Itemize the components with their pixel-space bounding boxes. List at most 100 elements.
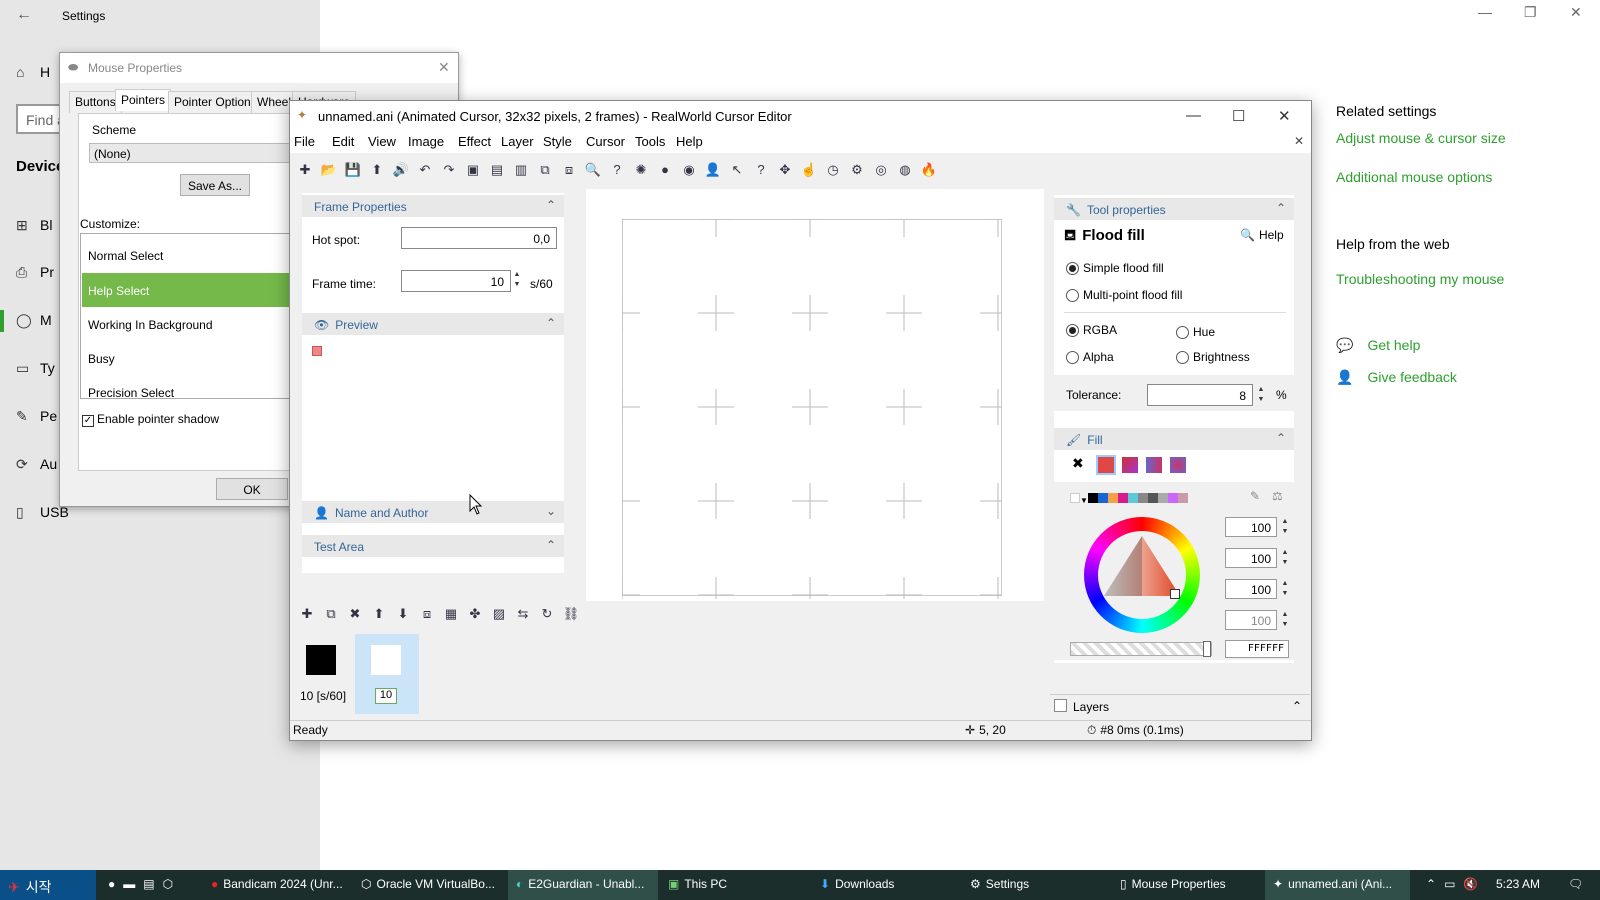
flame-icon[interactable]: 🔥 bbox=[920, 161, 938, 179]
palette-row[interactable]: ▼ bbox=[1070, 492, 1270, 506]
taskbar-cursor-editor[interactable]: ✦ unnamed.ani (Ani... bbox=[1265, 870, 1410, 900]
collapse-icon[interactable]: ⌃ bbox=[1276, 431, 1286, 445]
frame-1-thumbnail[interactable] bbox=[306, 645, 336, 675]
fill-header[interactable]: 🖌 Fill ⌃ bbox=[1054, 428, 1294, 450]
value-g[interactable]: 100 bbox=[1225, 548, 1277, 568]
color-triangle[interactable] bbox=[1104, 536, 1180, 606]
ring-icon[interactable]: ◎ bbox=[872, 161, 890, 179]
effect-icon[interactable]: ✤ bbox=[466, 605, 484, 623]
add-frame-icon[interactable]: ✚ bbox=[298, 605, 316, 623]
link-additional-options[interactable]: Additional mouse options bbox=[1336, 169, 1492, 185]
hue-radio[interactable]: Hue bbox=[1176, 325, 1215, 340]
collapse-icon[interactable]: ⌃ bbox=[1276, 201, 1286, 215]
undo-icon[interactable]: ↶ bbox=[416, 161, 434, 179]
frametime-spinner[interactable]: ▲ ▼ bbox=[510, 270, 524, 290]
nav-home[interactable]: ⌂ H bbox=[16, 64, 50, 80]
solid-fill-swatch[interactable] bbox=[1096, 455, 1116, 475]
chevron-up-icon[interactable]: ⌃ bbox=[1426, 877, 1436, 891]
name-author-header[interactable]: 👤 Name and Author ⌄ bbox=[302, 501, 564, 523]
globe-icon[interactable]: ◍ bbox=[896, 161, 914, 179]
nav-autoplay[interactable]: ⟳ Au bbox=[16, 456, 57, 473]
link-cursor-size[interactable]: Adjust mouse & cursor size bbox=[1336, 130, 1506, 146]
menu-layer[interactable]: Layer bbox=[501, 134, 534, 149]
simple-flood-radio[interactable]: Simple flood fill bbox=[1066, 261, 1164, 276]
paste-frame-icon[interactable]: ▦ bbox=[442, 605, 460, 623]
menu-cursor[interactable]: Cursor bbox=[586, 134, 625, 149]
hand-icon[interactable]: ☝ bbox=[800, 161, 818, 179]
menu-file[interactable]: File bbox=[294, 134, 315, 149]
start-button[interactable]: ✈ 시작 bbox=[0, 870, 96, 900]
editor-maximize-icon[interactable]: ☐ bbox=[1232, 107, 1245, 125]
nav-typing[interactable]: ▭ Ty bbox=[16, 360, 55, 377]
frame-insert-icon[interactable]: ▤ bbox=[488, 161, 506, 179]
minimize-icon[interactable]: — bbox=[1478, 4, 1492, 20]
cursor-item[interactable]: Normal Select bbox=[82, 238, 292, 272]
drawing-canvas[interactable] bbox=[622, 219, 1002, 599]
alpha-handle[interactable] bbox=[1203, 641, 1211, 657]
ok-button[interactable]: OK bbox=[216, 478, 288, 500]
spin-b[interactable]: ▲ ▼ bbox=[1278, 579, 1292, 599]
zoom-icon[interactable]: 🔍 bbox=[584, 161, 602, 179]
taskbar-settings[interactable]: ⚙ Settings bbox=[962, 870, 1112, 900]
linear-fill-swatch[interactable] bbox=[1146, 457, 1162, 473]
shadow-icon[interactable]: ◉ bbox=[680, 161, 698, 179]
cursor-item[interactable]: Busy bbox=[82, 341, 292, 375]
folder-icon[interactable]: ▬ bbox=[123, 877, 135, 891]
notification-icon[interactable]: 🗨 bbox=[1560, 870, 1591, 900]
color-marker[interactable] bbox=[1170, 589, 1180, 599]
pointer-icon[interactable]: ↖ bbox=[728, 161, 746, 179]
alpha-slider[interactable] bbox=[1070, 642, 1212, 656]
radial-fill-swatch[interactable] bbox=[1170, 457, 1186, 473]
get-help-link[interactable]: 💬 Get help bbox=[1336, 337, 1420, 354]
gradient-fill-swatch[interactable] bbox=[1122, 457, 1138, 473]
eyedropper-icon[interactable]: ✎ bbox=[1250, 489, 1260, 503]
menu-tools[interactable]: Tools bbox=[635, 134, 665, 149]
tab-buttons[interactable]: Buttons bbox=[69, 91, 122, 113]
import-icon[interactable]: ⬆ bbox=[368, 161, 386, 179]
taskbar-thispc[interactable]: ▣ This PC bbox=[660, 870, 810, 900]
paste-icon[interactable]: ⧈ bbox=[560, 161, 578, 179]
collapse-icon[interactable]: ⌃ bbox=[546, 198, 556, 212]
vbox-icon[interactable]: ⬡ bbox=[163, 877, 173, 891]
frame-delete-icon[interactable]: ▥ bbox=[512, 161, 530, 179]
shadow-checkbox[interactable]: ✓ Enable pointer shadow bbox=[82, 412, 219, 427]
chrome-icon[interactable]: ● bbox=[108, 877, 115, 891]
frame-2-label[interactable]: 10 bbox=[375, 688, 397, 704]
expand-icon[interactable]: ⌄ bbox=[546, 504, 556, 518]
mp-close-icon[interactable]: ✕ bbox=[438, 59, 450, 76]
layers-header[interactable]: Layers ⌃ bbox=[1050, 694, 1310, 716]
arrows-icon[interactable]: ⇆ bbox=[514, 605, 532, 623]
circle-icon[interactable]: ● bbox=[656, 161, 674, 179]
nav-mouse[interactable]: ◯ M bbox=[16, 312, 52, 329]
hex-input[interactable]: FFFFFF bbox=[1225, 640, 1289, 658]
taskbar-e2guardian[interactable]: ◐ E2Guardian - Unabl... bbox=[508, 870, 658, 900]
layers-checkbox[interactable] bbox=[1054, 699, 1067, 712]
export-frame-icon[interactable]: ⬇ bbox=[394, 605, 412, 623]
clock[interactable]: 5:23 AM bbox=[1488, 870, 1548, 900]
menu-image[interactable]: Image bbox=[408, 134, 444, 149]
nav-printers[interactable]: ⎙ Pr bbox=[16, 264, 54, 281]
del-frame-icon[interactable]: ✖ bbox=[346, 605, 364, 623]
preview-header[interactable]: 👁 Preview ⌃ bbox=[302, 313, 564, 335]
volume-mute-icon[interactable]: 🔇 bbox=[1463, 877, 1478, 891]
menu-style[interactable]: Style bbox=[543, 134, 572, 149]
move-icon[interactable]: ✥ bbox=[776, 161, 794, 179]
no-fill-icon[interactable]: ✖ bbox=[1072, 455, 1084, 472]
notes-icon[interactable]: ▤ bbox=[143, 877, 154, 891]
menu-effect[interactable]: Effect bbox=[458, 134, 491, 149]
cursor-item[interactable]: Working In Background bbox=[82, 307, 292, 341]
link-troubleshooting[interactable]: Troubleshooting my mouse bbox=[1336, 271, 1504, 287]
menu-help[interactable]: Help bbox=[676, 134, 703, 149]
value-r[interactable]: 100 bbox=[1225, 517, 1277, 537]
frame-properties-header[interactable]: Frame Properties ⌃ bbox=[302, 195, 564, 217]
taskbar-virtualbox[interactable]: ⬡ Oracle VM VirtualBo... bbox=[353, 870, 503, 900]
collapse-icon[interactable]: ⌃ bbox=[546, 538, 556, 552]
clear-icon[interactable]: ▨ bbox=[490, 605, 508, 623]
tool-help-button[interactable]: 🔍 Help bbox=[1240, 228, 1284, 242]
editor-minimize-icon[interactable]: — bbox=[1186, 107, 1201, 124]
brightness-radio[interactable]: Brightness bbox=[1176, 350, 1250, 365]
open-icon[interactable]: 📂 bbox=[320, 161, 338, 179]
close-doc-icon[interactable]: ✕ bbox=[1294, 134, 1304, 148]
tab-pointer-options[interactable]: Pointer Options bbox=[168, 91, 263, 113]
spin-g[interactable]: ▲ ▼ bbox=[1278, 548, 1292, 568]
